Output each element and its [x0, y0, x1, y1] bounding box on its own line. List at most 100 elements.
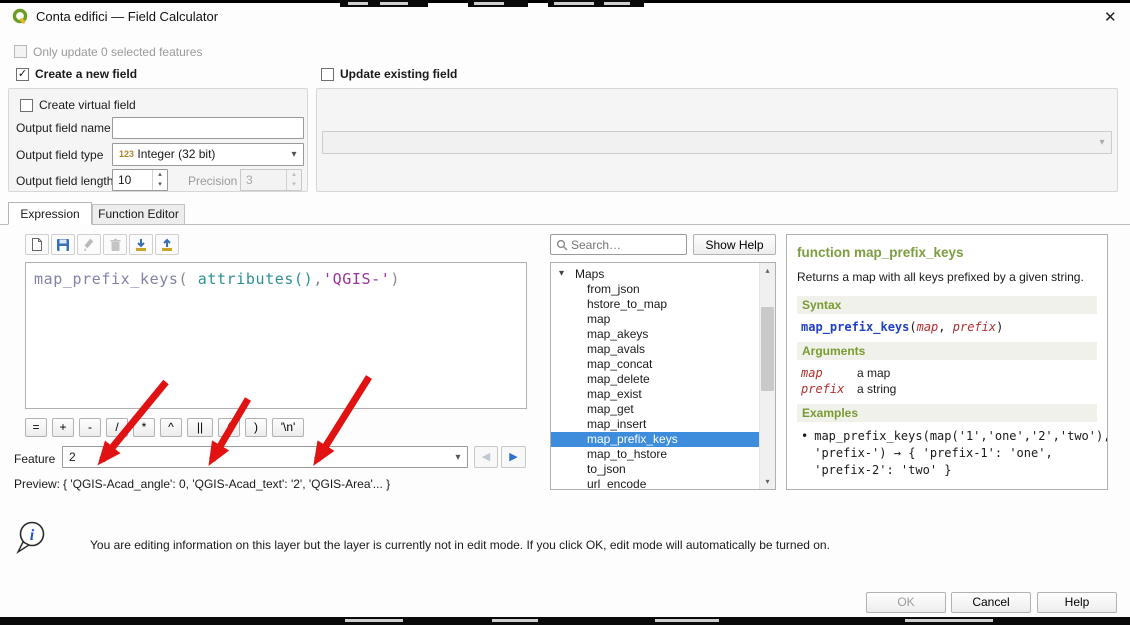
argument-desc: a string [857, 382, 1097, 396]
operator-plus-button[interactable]: + [52, 418, 74, 437]
existing-field-combo[interactable]: ▾ [322, 131, 1112, 154]
operator-concat-button[interactable]: || [187, 418, 213, 437]
tab-divider [0, 224, 1130, 225]
operator-minus-button[interactable]: - [79, 418, 101, 437]
create-new-field-label: Create a new field [35, 67, 137, 81]
help-button[interactable]: Help [1037, 592, 1117, 613]
expression-string-literal: 'QGIS-' [323, 270, 390, 288]
chevron-down-icon: ▾ [1094, 132, 1110, 153]
function-search [550, 234, 687, 255]
preview-value: { 'QGIS-Acad_angle': 0, 'QGIS-Acad_text'… [63, 477, 390, 491]
preview-label: Preview: [14, 477, 60, 491]
function-item[interactable]: to_json [551, 462, 760, 477]
tree-group-maps[interactable]: ▾ Maps [551, 266, 775, 282]
function-item[interactable]: map_insert [551, 417, 760, 432]
scroll-down-icon[interactable]: ▾ [760, 474, 775, 489]
checkmark-icon: ✓ [18, 68, 27, 80]
function-item[interactable]: map_akeys [551, 327, 760, 342]
function-item[interactable]: map_get [551, 402, 760, 417]
function-item[interactable]: map_avals [551, 342, 760, 357]
function-item[interactable]: hstore_to_map [551, 297, 760, 312]
function-item[interactable]: url_encode [551, 477, 760, 490]
create-virtual-checkbox[interactable] [20, 99, 33, 112]
new-expression-button[interactable] [25, 234, 49, 255]
delete-expression-button[interactable] [103, 234, 127, 255]
export-up-icon [160, 238, 174, 252]
precision-label: Precision [188, 174, 237, 188]
next-feature-button[interactable]: ▶ [501, 446, 526, 468]
background-taskbar [0, 617, 1130, 625]
argument-row: map a map [801, 366, 1097, 380]
function-item[interactable]: map_to_hstore [551, 447, 760, 462]
scroll-up-icon[interactable]: ▴ [760, 263, 775, 278]
syntax-header: Syntax [797, 296, 1097, 314]
edit-expression-button[interactable] [77, 234, 101, 255]
operator-divide-button[interactable]: / [106, 418, 128, 437]
output-field-name-input[interactable] [112, 117, 304, 139]
precision-value: 3 [246, 173, 253, 187]
feature-combo[interactable]: 2 ▾ [62, 446, 468, 468]
bullet-icon: • [801, 428, 808, 478]
screen: Conta edifici — Field Calculator ✕ Only … [0, 0, 1130, 625]
function-help-panel: function map_prefix_keys Returns a map w… [786, 234, 1108, 490]
save-expression-button[interactable] [51, 234, 75, 255]
info-icon: i [14, 520, 48, 554]
feature-value: 2 [69, 450, 76, 464]
function-item[interactable]: map_delete [551, 372, 760, 387]
tree-group-label: Maps [575, 266, 604, 282]
operator-multiply-button[interactable]: * [133, 418, 155, 437]
tree-scrollbar[interactable]: ▴ ▾ [759, 263, 775, 489]
arguments-header: Arguments [797, 342, 1097, 360]
argument-row: prefix a string [801, 382, 1097, 396]
show-help-button[interactable]: Show Help [693, 234, 776, 255]
expression-inner-function: attributes [198, 270, 294, 288]
output-type-label: Output field type [16, 148, 103, 162]
function-item[interactable]: map [551, 312, 760, 327]
precision-spinner[interactable]: 3 ▴▾ [240, 169, 302, 191]
function-item[interactable]: from_json [551, 282, 760, 297]
output-length-value: 10 [118, 173, 131, 187]
tab-function-editor[interactable]: Function Editor [92, 204, 185, 225]
operator-open-paren-button[interactable]: ( [218, 418, 240, 437]
output-name-label: Output field name [16, 121, 111, 135]
operator-equals-button[interactable]: = [25, 418, 47, 437]
cancel-button[interactable]: Cancel [951, 592, 1031, 613]
expression-text: map_prefix_keys( attributes(),'QGIS-') [26, 263, 526, 295]
operator-close-paren-button[interactable]: ) [245, 418, 267, 437]
expression-editor[interactable]: map_prefix_keys( attributes(),'QGIS-') [25, 262, 527, 409]
operator-power-button[interactable]: ^ [160, 418, 182, 437]
tab-expression[interactable]: Expression [8, 202, 92, 225]
create-new-field-checkbox[interactable]: ✓ [16, 68, 29, 81]
window-title: Conta edifici — Field Calculator [36, 9, 218, 24]
example-item: • map_prefix_keys(map('1','one','2','two… [801, 428, 1097, 478]
help-description: Returns a map with all keys prefixed by … [797, 270, 1097, 284]
trash-icon [109, 238, 122, 252]
next-arrow-icon: ▶ [509, 451, 517, 463]
save-icon [56, 238, 70, 252]
pencil-icon [82, 238, 96, 252]
output-length-spinner[interactable]: 10 ▴▾ [112, 169, 168, 191]
output-field-type-combo[interactable]: 123 Integer (32 bit) ▾ [112, 143, 304, 166]
scrollbar-thumb[interactable] [761, 307, 774, 391]
help-title: function map_prefix_keys [797, 245, 1097, 260]
operator-newline-button[interactable]: '\n' [272, 418, 304, 437]
function-item[interactable]: map_exist [551, 387, 760, 402]
only-update-checkbox[interactable] [14, 45, 27, 58]
function-item[interactable]: map_concat [551, 357, 760, 372]
close-icon[interactable]: ✕ [1104, 8, 1117, 26]
import-expression-button[interactable] [129, 234, 153, 255]
export-expression-button[interactable] [155, 234, 179, 255]
spinner-arrows-icon[interactable]: ▴▾ [152, 170, 167, 190]
update-existing-label: Update existing field [340, 67, 457, 81]
update-existing-checkbox[interactable] [321, 68, 334, 81]
function-item-selected[interactable]: map_prefix_keys [551, 432, 760, 447]
previous-feature-button[interactable]: ◀ [474, 446, 498, 468]
search-input[interactable] [571, 236, 683, 253]
feature-label: Feature [14, 452, 55, 466]
collapse-icon[interactable]: ▾ [559, 266, 564, 282]
output-length-label: Output field length [16, 174, 113, 188]
only-update-label: Only update 0 selected features [33, 45, 202, 59]
ok-button[interactable]: OK [866, 592, 946, 613]
search-icon [556, 239, 568, 251]
prev-arrow-icon: ◀ [482, 451, 490, 463]
